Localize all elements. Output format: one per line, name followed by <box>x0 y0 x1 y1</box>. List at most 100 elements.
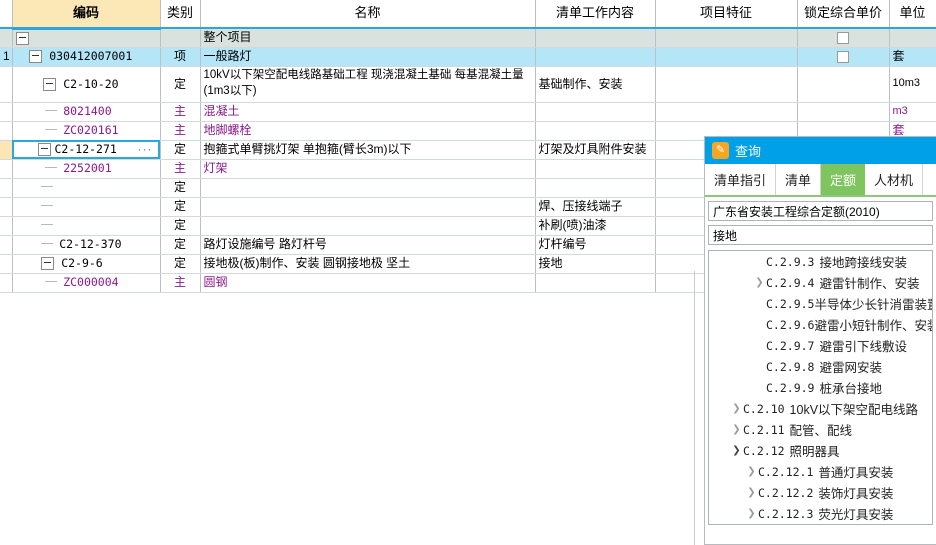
expander-collapse-icon[interactable] <box>15 31 29 45</box>
cell-work[interactable] <box>535 47 656 67</box>
cell-category[interactable]: 定 <box>160 235 201 255</box>
cell-work[interactable]: 基础制作、安装 <box>535 66 656 103</box>
cell-name[interactable]: 整个项目 <box>200 28 536 48</box>
cell-name[interactable]: 圆钢 <box>200 273 536 293</box>
query-dialog[interactable]: ✎ 查询 清单指引 清单 定额 人材机 广东省安装工程综合定额(2010) 接地… <box>704 136 936 545</box>
cell-code[interactable]: C2-12-370 <box>12 235 161 255</box>
list-item[interactable]: C.2.9.7 避雷引下线敷设 <box>709 335 932 356</box>
cell-work[interactable] <box>535 178 656 198</box>
column-header-unit[interactable]: 单位 <box>889 0 936 29</box>
chevron-right-icon[interactable] <box>753 361 766 372</box>
cell-category[interactable]: 定 <box>160 66 201 103</box>
expander-collapse-icon[interactable] <box>37 143 51 156</box>
column-header-code[interactable]: 编码 <box>12 0 161 30</box>
chevron-right-icon[interactable]: ❯ <box>745 487 758 498</box>
list-item[interactable]: ❯ C.2.12.1 普通灯具安装 <box>709 461 932 482</box>
cell-category[interactable]: 定 <box>160 254 201 274</box>
column-header-work[interactable]: 清单工作内容 <box>535 0 656 29</box>
column-header-name[interactable]: 名称 <box>200 0 536 29</box>
chevron-right-icon[interactable]: ❯ <box>753 277 766 288</box>
tab-quota[interactable]: 定额 <box>821 164 866 195</box>
cell-category[interactable]: 主 <box>160 121 201 141</box>
cell-name[interactable] <box>200 216 536 236</box>
cell-name[interactable] <box>200 197 536 217</box>
list-item[interactable]: ❯ C.2.12.2 装饰灯具安装 <box>709 482 932 503</box>
cell-work[interactable]: 灯杆编号 <box>535 235 656 255</box>
cell-category[interactable]: 定 <box>160 178 201 198</box>
column-header-lock[interactable]: 锁定综合单价 <box>797 0 890 29</box>
search-input[interactable]: 接地 <box>708 225 933 245</box>
tab-list-guide[interactable]: 清单指引 <box>705 164 777 195</box>
dialog-tabs[interactable]: 清单指引 清单 定额 人材机 <box>705 164 936 197</box>
cell-work[interactable] <box>535 121 656 141</box>
chevron-right-icon[interactable] <box>753 382 766 393</box>
chevron-right-icon[interactable]: ❯ <box>730 424 743 435</box>
column-header-category[interactable]: 类别 <box>160 0 201 29</box>
dialog-titlebar[interactable]: ✎ 查询 <box>705 137 936 164</box>
cell-name[interactable]: 抱箍式单臂挑灯架 单抱箍(臂长3m)以下 <box>200 140 536 160</box>
cell-feature[interactable] <box>655 47 798 67</box>
expander-collapse-icon[interactable] <box>42 77 56 91</box>
tab-labor-material-machine[interactable]: 人材机 <box>865 164 924 195</box>
cell-code[interactable] <box>12 28 161 48</box>
cell-name[interactable]: 混凝土 <box>200 102 536 122</box>
cell-name[interactable] <box>200 178 536 198</box>
cell-category[interactable] <box>160 28 201 48</box>
tab-list[interactable]: 清单 <box>776 164 822 195</box>
cell-code[interactable]: ZC000004 <box>12 273 161 293</box>
cell-work[interactable]: 补刷(喷)油漆 <box>535 216 656 236</box>
cell-code[interactable] <box>12 178 161 198</box>
column-header-rownum[interactable] <box>0 0 13 29</box>
cell-lock[interactable] <box>797 66 890 103</box>
quota-tree[interactable]: C.2.9.3 接地跨接线安装 ❯ C.2.9.4 避雷针制作、安装 C.2.9… <box>708 250 933 525</box>
cell-work[interactable]: 接地 <box>535 254 656 274</box>
cell-work[interactable]: 焊、压接线端子 <box>535 197 656 217</box>
list-item[interactable]: ❯ C.2.10 10kV以下架空配电线路 <box>709 398 932 419</box>
cell-unit[interactable]: 套 <box>889 47 936 67</box>
table-row[interactable]: 8021400 主 混凝土 m3 <box>0 102 936 122</box>
cell-code[interactable]: 030412007001 <box>12 47 161 67</box>
list-item[interactable]: C.2.9.9 桩承台接地 <box>709 377 932 398</box>
cell-code[interactable]: ZC020161 <box>12 121 161 141</box>
cell-code[interactable]: C2-9-6 <box>12 254 161 274</box>
chevron-right-icon[interactable]: ❯ <box>730 403 743 414</box>
cell-code[interactable] <box>12 216 161 236</box>
list-item[interactable]: C.2.9.3 接地跨接线安装 <box>709 251 932 272</box>
cell-code[interactable]: 2252001 <box>12 159 161 179</box>
cell-feature[interactable] <box>655 28 798 48</box>
cell-lock[interactable] <box>797 28 890 48</box>
list-item[interactable]: ❯ C.2.9.4 避雷针制作、安装 <box>709 272 932 293</box>
cell-category[interactable]: 定 <box>160 140 201 160</box>
list-item[interactable]: ❯ C.2.11 配管、配线 <box>709 419 932 440</box>
chevron-right-icon[interactable] <box>753 256 766 267</box>
cell-unit[interactable] <box>889 28 936 48</box>
list-item[interactable]: ❯ C.2.12.3 荧光灯具安装 <box>709 503 932 524</box>
cell-work[interactable] <box>535 159 656 179</box>
chevron-right-icon[interactable]: ❯ <box>745 508 758 519</box>
cell-lock[interactable] <box>797 102 890 122</box>
cell-unit[interactable]: 10m3 <box>889 66 936 103</box>
column-header-feature[interactable]: 项目特征 <box>655 0 798 29</box>
cell-code[interactable] <box>12 197 161 217</box>
cell-work[interactable] <box>535 28 656 48</box>
cell-code[interactable]: 8021400 <box>12 102 161 122</box>
cell-name[interactable]: 接地极(板)制作、安装 圆钢接地极 坚土 <box>200 254 536 274</box>
cell-work[interactable] <box>535 273 656 293</box>
list-item[interactable]: C.2.9.8 避雷网安装 <box>709 356 932 377</box>
cell-feature[interactable] <box>655 102 798 122</box>
lock-checkbox[interactable] <box>837 50 849 63</box>
list-item[interactable]: C.2.9.5 半导体少长针消雷装置安 <box>709 293 932 314</box>
chevron-down-icon[interactable]: ❯ <box>730 445 743 456</box>
cell-unit[interactable]: m3 <box>889 102 936 122</box>
cell-category[interactable]: 项 <box>160 47 201 67</box>
chevron-right-icon[interactable] <box>753 319 766 330</box>
cell-category[interactable]: 定 <box>160 197 201 217</box>
cell-work[interactable] <box>535 102 656 122</box>
table-row[interactable]: 整个项目 <box>0 28 936 48</box>
chevron-right-icon[interactable]: ❯ <box>745 466 758 477</box>
lock-checkbox[interactable] <box>837 32 849 45</box>
row-more-options-icon[interactable]: ··· <box>138 142 157 157</box>
list-item[interactable]: ❯ C.2.12 照明器具 <box>709 440 932 461</box>
cell-code[interactable]: C2-12-271 ··· <box>12 140 161 160</box>
standard-selector[interactable]: 广东省安装工程综合定额(2010) <box>708 201 933 221</box>
